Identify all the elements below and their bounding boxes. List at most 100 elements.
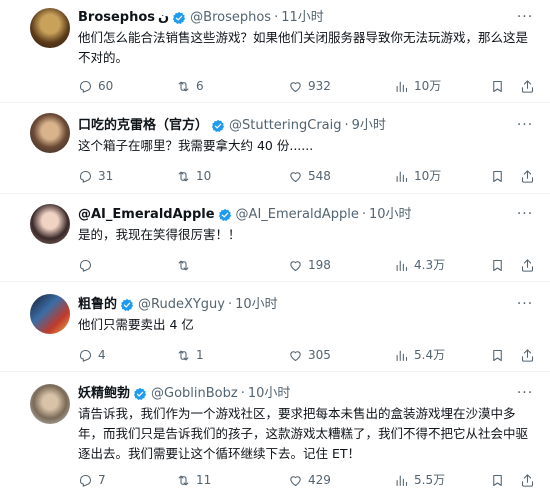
bookmark-button[interactable] [490,77,510,95]
bookmark-button[interactable] [490,167,510,185]
reply-count: 4 [98,348,106,362]
view-count: 4.3万 [414,258,446,272]
separator-dot: · [240,386,245,401]
view-count: 5.5万 [414,473,446,487]
views-bar-chart-icon [396,81,408,92]
tweet[interactable]: Brosephos ن @Brosephos · 11小时 ··· 他们怎么能合… [0,0,550,103]
display-name[interactable]: 粗鲁的 [78,295,117,315]
retweet-button[interactable]: 6 [176,77,204,95]
retweet-button[interactable] [176,256,196,274]
timestamp[interactable]: 10小时 [235,295,278,315]
avatar[interactable] [30,384,70,424]
like-button[interactable]: 932 [288,77,331,95]
verified-badge-icon [173,11,186,25]
tweet[interactable]: @AI_EmeraldApple @AI_EmeraldApple · 10小时… [0,194,550,282]
reply-count: 60 [98,79,114,93]
reply-button[interactable]: 31 [78,167,113,185]
retweet-button[interactable]: 10 [176,167,211,185]
user-handle[interactable]: @AI_EmeraldApple [236,205,359,225]
action-bar: 4 1 305 5.4万 [78,346,538,364]
views-button[interactable]: 10万 [394,167,441,185]
more-options-icon[interactable]: ··· [516,386,534,404]
display-name[interactable]: Brosephos [78,8,155,28]
reply-button[interactable] [78,256,98,274]
tweet[interactable]: 口吃的克雷格（官方） @StutteringCraig · 9小时 ··· 这个… [0,103,550,194]
like-count: 429 [308,473,331,487]
bookmark-icon [493,474,502,486]
retweet-count: 6 [196,79,204,93]
reply-button[interactable]: 7 [78,471,106,489]
like-button[interactable]: 198 [288,256,331,274]
heart-icon [290,350,301,361]
views-button[interactable]: 5.5万 [394,471,445,489]
display-name[interactable]: @AI_EmeraldApple [78,205,215,225]
views-button[interactable]: 4.3万 [394,256,445,274]
retweet-icon [178,350,189,360]
like-button[interactable]: 305 [288,346,331,364]
views-button[interactable]: 10万 [394,77,441,95]
share-icon [521,258,534,272]
like-button[interactable]: 429 [288,471,331,489]
heart-icon [290,475,301,486]
user-handle[interactable]: @Brosephos [190,8,271,28]
tweet-text: 是的，我现在笑得很厉害！！ [78,227,241,242]
avatar[interactable] [30,294,70,334]
user-handle[interactable]: @RudeXYguy [138,295,225,315]
tweet-text: 请告诉我，我们作为一个游戏社区，要求把每本未售出的盒装游戏埋在沙漠中多年，而我们… [78,406,529,461]
retweet-icon [178,171,189,181]
tweet-text: 他们怎么能合法销售这些游戏？如果他们关闭服务器导致你无法玩游戏，那么这是不对的。 [78,30,529,65]
bookmark-icon [493,349,502,361]
heart-icon [290,260,301,271]
share-button[interactable] [520,77,540,95]
share-icon [521,473,534,487]
more-options-icon[interactable]: ··· [516,297,534,315]
avatar[interactable] [30,8,70,48]
like-count: 932 [308,79,331,93]
reply-button[interactable]: 4 [78,346,106,364]
retweet-icon [178,260,189,270]
views-button[interactable]: 5.4万 [394,346,445,364]
more-options-icon[interactable]: ··· [516,118,534,136]
share-button[interactable] [520,167,540,185]
tweet[interactable]: 妖精鲍勃 @GoblinBobz · 10小时 ··· 请告诉我，我们作为一个游… [0,372,550,489]
display-name[interactable]: 口吃的克雷格（官方） [78,116,208,136]
bookmark-icon [493,259,502,271]
like-button[interactable]: 548 [288,167,331,185]
more-options-icon[interactable]: ··· [516,10,534,28]
bookmark-button[interactable] [490,346,510,364]
timestamp[interactable]: 9小时 [352,116,386,136]
bookmark-button[interactable] [490,471,510,489]
action-bar: 7 11 429 5.5万 [78,471,538,489]
share-button[interactable] [520,256,540,274]
action-bar: 60 6 932 10万 [78,77,538,95]
share-icon [521,348,534,362]
share-button[interactable] [520,471,540,489]
action-bar: 31 10 548 10万 [78,167,538,185]
share-button[interactable] [520,346,540,364]
avatar[interactable] [30,113,70,153]
view-count: 10万 [414,79,442,93]
heart-icon [290,81,301,92]
tweet[interactable]: 粗鲁的 @RudeXYguy · 10小时 ··· 他们只需要卖出 4 亿 4 … [0,282,550,372]
timestamp[interactable]: 10小时 [248,384,291,404]
bookmark-icon [493,170,502,182]
views-bar-chart-icon [396,475,408,486]
reply-button[interactable]: 60 [78,77,113,95]
timestamp[interactable]: 10小时 [369,205,412,225]
avatar[interactable] [30,204,70,244]
reply-icon [79,80,92,93]
user-handle[interactable]: @GoblinBobz [151,384,238,404]
display-name[interactable]: 妖精鲍勃 [78,384,130,404]
like-count: 548 [308,169,331,183]
bookmark-button[interactable] [490,256,510,274]
tweet-header: @AI_EmeraldApple @AI_EmeraldApple · 10小时 [78,205,412,225]
retweet-count: 10 [196,169,212,183]
more-options-icon[interactable]: ··· [516,207,534,225]
retweet-button[interactable]: 11 [176,471,211,489]
retweet-icon [178,81,189,91]
verified-badge-icon [120,298,134,312]
user-handle[interactable]: @StutteringCraig [229,116,341,136]
verified-badge-icon [218,208,231,222]
timestamp[interactable]: 11小时 [281,8,324,28]
retweet-button[interactable]: 1 [176,346,204,364]
